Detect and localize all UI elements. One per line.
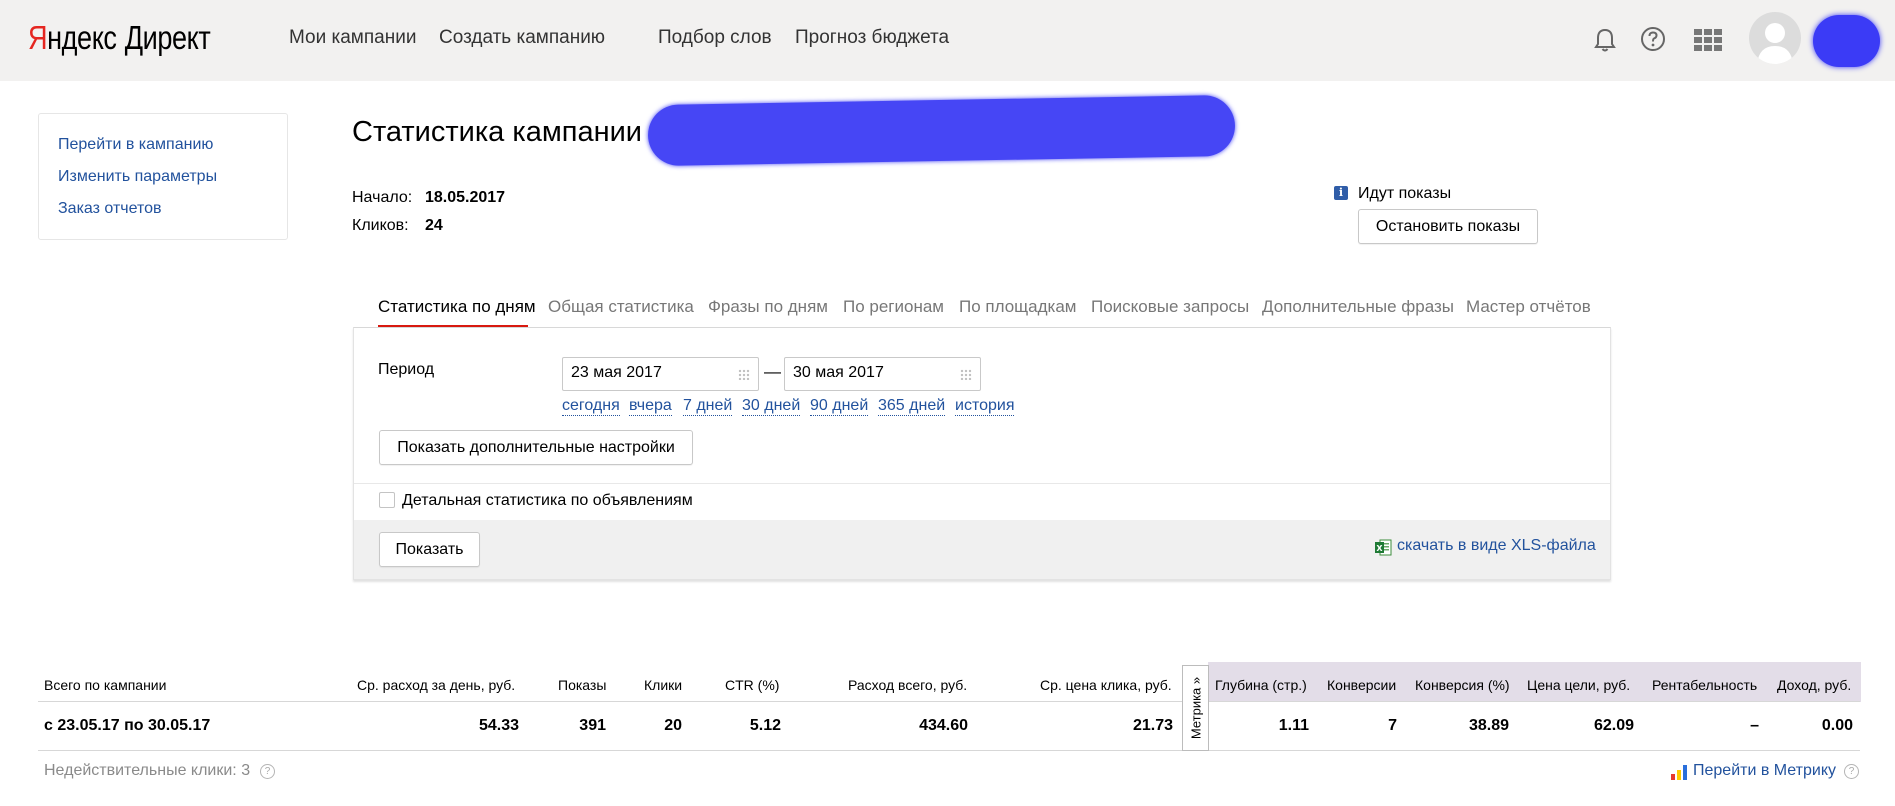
bell-icon[interactable] bbox=[1585, 20, 1625, 60]
user-silhouette-icon bbox=[1757, 23, 1793, 64]
page-title: Статистика кампании bbox=[352, 116, 642, 148]
metrika-expand-tab[interactable]: Метрика » bbox=[1182, 665, 1209, 751]
cell-ctr: 5.12 bbox=[749, 717, 781, 734]
account-menu[interactable] bbox=[1813, 15, 1880, 67]
col-header-avg-cpc: Ср. цена клика, руб. bbox=[1040, 677, 1172, 693]
nav-my-campaigns[interactable]: Мои кампании bbox=[289, 26, 416, 50]
col-header-conversion-rate: Конверсия (%) bbox=[1415, 677, 1510, 693]
col-header-ctr: CTR (%) bbox=[725, 677, 780, 693]
detail-stats-label[interactable]: Детальная статистика по объявлениям bbox=[402, 492, 693, 510]
tab-by-region[interactable]: По регионам bbox=[843, 296, 944, 318]
help-icon[interactable] bbox=[1633, 20, 1673, 60]
svg-text:X: X bbox=[1376, 544, 1383, 553]
period-link-30-days[interactable]: 30 дней bbox=[742, 397, 801, 416]
calendar-icon[interactable] bbox=[738, 369, 750, 380]
col-header-campaign-total: Всего по кампании bbox=[44, 677, 167, 693]
panel-divider bbox=[354, 483, 1610, 484]
top-header: Яндекс Директ Мои кампании Создать кампан… bbox=[0, 0, 1895, 81]
cell-goal-cost: 62.09 bbox=[1593, 717, 1634, 734]
col-header-goal-cost: Цена цели, руб. bbox=[1527, 677, 1631, 693]
table-bottom-border bbox=[38, 750, 1860, 751]
period-link-7-days[interactable]: 7 дней bbox=[683, 397, 733, 416]
nav-budget-forecast[interactable]: Прогноз бюджета bbox=[795, 26, 949, 50]
cell-conversion-rate: 38.89 bbox=[1468, 717, 1509, 734]
start-value: 18.05.2017 bbox=[425, 189, 506, 206]
yandex-direct-logo[interactable]: Яндекс Директ bbox=[28, 18, 211, 58]
row-period: с 23.05.17 по 30.05.17 bbox=[44, 717, 211, 734]
excel-icon: X bbox=[1375, 539, 1392, 556]
clicks-label: Кликов: bbox=[352, 217, 409, 234]
tab-by-platform[interactable]: По площадкам bbox=[959, 296, 1076, 318]
invalid-clicks-text: Недействительные клики: 3 bbox=[44, 762, 251, 779]
start-label: Начало: bbox=[352, 189, 413, 206]
cell-avg-cpc: 21.73 bbox=[1132, 717, 1173, 734]
cell-profitability: – bbox=[1750, 717, 1759, 734]
col-header-depth: Глубина (стр.) bbox=[1215, 677, 1307, 693]
period-link-today[interactable]: сегодня bbox=[562, 397, 620, 416]
sidebar-link-edit-params[interactable]: Изменить параметры bbox=[58, 168, 217, 186]
period-link-yesterday[interactable]: вчера bbox=[629, 397, 672, 416]
show-advanced-settings-button[interactable]: Показать дополнительные настройки bbox=[379, 430, 693, 465]
period-link-90-days[interactable]: 90 дней bbox=[810, 397, 869, 416]
tab-extra-phrases[interactable]: Дополнительные фразы bbox=[1262, 296, 1454, 318]
date-from-input[interactable]: 23 мая 2017 bbox=[562, 357, 759, 391]
cell-clicks: 20 bbox=[664, 717, 682, 734]
nav-word-selection[interactable]: Подбор слов bbox=[658, 26, 772, 50]
campaign-sidebar: Перейти в кампанию Изменить параметры За… bbox=[38, 113, 288, 240]
col-header-conversions: Конверсии bbox=[1327, 677, 1397, 693]
metrika-tab-label: Метрика » bbox=[1188, 676, 1203, 740]
col-header-revenue: Доход, руб. bbox=[1777, 677, 1852, 693]
tab-stats-by-day[interactable]: Статистика по дням bbox=[378, 296, 536, 318]
stop-ads-button[interactable]: Остановить показы bbox=[1358, 209, 1538, 244]
help-icon[interactable]: ? bbox=[1844, 764, 1859, 779]
sidebar-link-order-reports[interactable]: Заказ отчетов bbox=[58, 200, 162, 218]
cell-conversions: 7 bbox=[1388, 717, 1397, 734]
tab-general-stats[interactable]: Общая статистика bbox=[548, 296, 694, 318]
sidebar-link-go-to-campaign[interactable]: Перейти в кампанию bbox=[58, 136, 213, 154]
tab-search-queries[interactable]: Поисковые запросы bbox=[1091, 296, 1249, 318]
show-button[interactable]: Показать bbox=[379, 532, 480, 567]
cell-revenue: 0.00 bbox=[1821, 717, 1853, 734]
nav-create-campaign[interactable]: Создать кампанию bbox=[439, 26, 605, 50]
download-xls-link[interactable]: скачать в виде XLS-файла bbox=[1397, 537, 1596, 555]
col-header-avg-daily-spend: Ср. расход за день, руб. bbox=[357, 677, 516, 693]
metrika-bars-icon bbox=[1671, 765, 1687, 780]
date-to-value: 30 мая 2017 bbox=[793, 364, 884, 381]
apps-grid-icon[interactable] bbox=[1688, 20, 1728, 60]
clicks-value: 24 bbox=[425, 217, 443, 234]
user-avatar[interactable] bbox=[1749, 12, 1801, 64]
cell-total-spend: 434.60 bbox=[919, 717, 968, 734]
period-label: Период bbox=[378, 361, 435, 378]
date-to-input[interactable]: 30 мая 2017 bbox=[784, 357, 981, 391]
go-to-metrika-link[interactable]: Перейти в Метрику bbox=[1693, 762, 1836, 780]
date-from-value: 23 мая 2017 bbox=[571, 364, 662, 381]
campaign-name-redaction bbox=[647, 94, 1236, 167]
col-header-total-spend: Расход всего, руб. bbox=[848, 677, 968, 693]
col-header-profitability: Рентабельность bbox=[1652, 677, 1758, 693]
col-header-impressions: Показы bbox=[558, 677, 607, 693]
cell-depth: 1.11 bbox=[1278, 717, 1309, 734]
detail-stats-checkbox[interactable] bbox=[379, 492, 395, 508]
date-range-dash: — bbox=[764, 362, 781, 381]
period-link-history[interactable]: история bbox=[955, 397, 1015, 416]
period-link-365-days[interactable]: 365 дней bbox=[878, 397, 946, 416]
cell-impressions: 391 bbox=[579, 717, 606, 734]
cell-avg-daily-spend: 54.33 bbox=[478, 717, 519, 734]
help-icon[interactable]: ? bbox=[260, 764, 275, 779]
campaign-status: Идут показы bbox=[1358, 185, 1452, 202]
info-icon: i bbox=[1334, 186, 1348, 200]
calendar-icon[interactable] bbox=[960, 369, 972, 380]
table-header-border bbox=[38, 701, 1860, 702]
tab-report-wizard[interactable]: Мастер отчётов bbox=[1466, 296, 1591, 318]
col-header-clicks: Клики bbox=[644, 677, 683, 693]
tab-phrases-by-day[interactable]: Фразы по дням bbox=[708, 296, 828, 318]
